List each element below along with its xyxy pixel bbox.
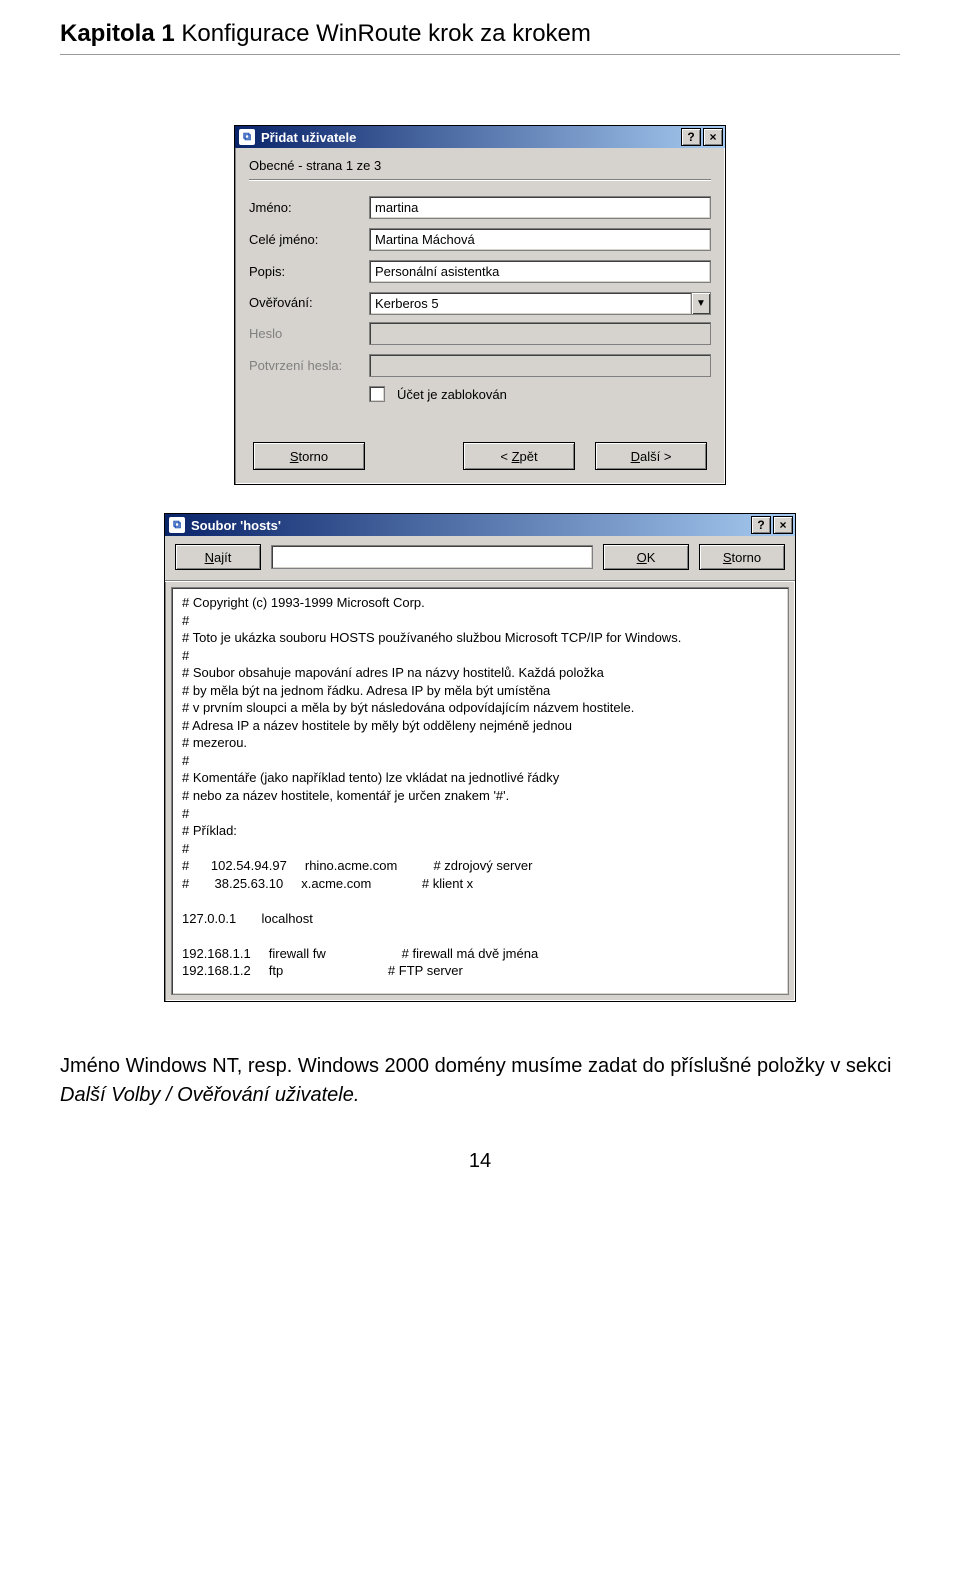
dialog-title: Přidat uživatele bbox=[261, 130, 681, 145]
titlebar[interactable]: ⧉ Přidat uživatele ? × bbox=[235, 126, 725, 148]
chapter-prefix: Kapitola 1 bbox=[60, 20, 175, 47]
fullname-label: Celé jméno: bbox=[249, 232, 369, 247]
help-button[interactable]: ? bbox=[751, 516, 771, 534]
next-button[interactable]: Další > bbox=[595, 442, 707, 470]
caption-italic: Další Volby / Ověřování uživatele. bbox=[60, 1084, 359, 1106]
fullname-input[interactable]: Martina Máchová bbox=[369, 228, 711, 251]
auth-combobox[interactable]: Kerberos 5 ▼ bbox=[369, 292, 711, 313]
close-button[interactable]: × bbox=[703, 128, 723, 146]
header-rule bbox=[60, 54, 900, 55]
password-input bbox=[369, 322, 711, 345]
dialog-title: Soubor 'hosts' bbox=[191, 518, 751, 533]
name-label: Jméno: bbox=[249, 200, 369, 215]
hosts-textarea[interactable]: # Copyright (c) 1993-1999 Microsoft Corp… bbox=[171, 587, 789, 995]
cancel-button[interactable]: Storno bbox=[253, 442, 365, 470]
page-number: 14 bbox=[60, 1150, 900, 1173]
confirm-password-label: Potvrzení hesla: bbox=[249, 358, 369, 373]
find-input[interactable] bbox=[271, 545, 593, 569]
add-user-dialog: ⧉ Přidat uživatele ? × Obecné - strana 1… bbox=[234, 125, 726, 485]
find-toolbar: Najít OK Storno bbox=[165, 536, 795, 581]
caption-text: Jméno Windows NT, resp. Windows 2000 dom… bbox=[60, 1055, 891, 1077]
wizard-step-label: Obecné - strana 1 ze 3 bbox=[249, 158, 711, 180]
back-button[interactable]: < Zpět bbox=[463, 442, 575, 470]
cancel-button[interactable]: Storno bbox=[699, 544, 785, 570]
description-input[interactable]: Personální asistentka bbox=[369, 260, 711, 283]
confirm-password-input bbox=[369, 354, 711, 377]
find-button[interactable]: Najít bbox=[175, 544, 261, 570]
chapter-header: Kapitola 1 Konfigurace WinRoute krok za … bbox=[60, 20, 900, 48]
app-icon: ⧉ bbox=[169, 517, 185, 533]
close-button[interactable]: × bbox=[773, 516, 793, 534]
account-disabled-label: Účet je zablokován bbox=[397, 387, 507, 402]
chapter-title: Konfigurace WinRoute krok za krokem bbox=[181, 20, 591, 47]
auth-value: Kerberos 5 bbox=[369, 292, 691, 315]
figure-caption: Jméno Windows NT, resp. Windows 2000 dom… bbox=[60, 1052, 900, 1110]
auth-label: Ověřování: bbox=[249, 295, 369, 310]
hosts-file-dialog: ⧉ Soubor 'hosts' ? × Najít OK Storno bbox=[164, 513, 796, 1002]
account-disabled-checkbox[interactable] bbox=[369, 386, 385, 402]
chevron-down-icon[interactable]: ▼ bbox=[691, 292, 711, 315]
titlebar[interactable]: ⧉ Soubor 'hosts' ? × bbox=[165, 514, 795, 536]
ok-button[interactable]: OK bbox=[603, 544, 689, 570]
name-input[interactable]: martina bbox=[369, 196, 711, 219]
app-icon: ⧉ bbox=[239, 129, 255, 145]
help-button[interactable]: ? bbox=[681, 128, 701, 146]
description-label: Popis: bbox=[249, 264, 369, 279]
password-label: Heslo bbox=[249, 326, 369, 341]
